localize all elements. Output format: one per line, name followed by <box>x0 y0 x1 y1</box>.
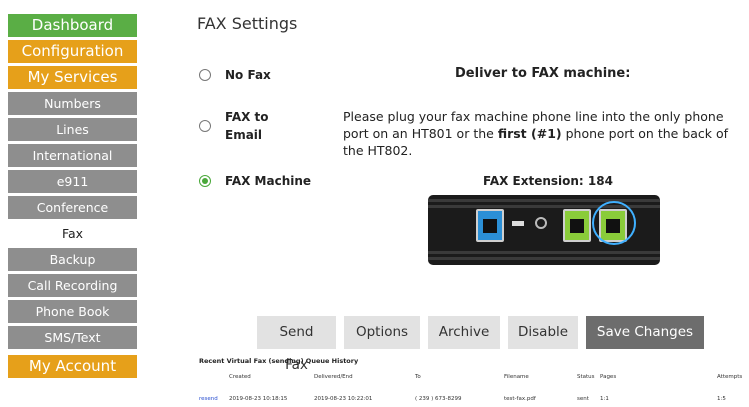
cell-delivered: 2019-08-23 10:22:01 <box>314 396 373 402</box>
phone-port-2-icon <box>563 209 591 242</box>
sidebar-item-sms-text[interactable]: SMS/Text <box>8 326 137 349</box>
device-fin <box>428 199 660 202</box>
resend-link[interactable]: resend <box>199 396 218 402</box>
cell-filename: test-fax.pdf <box>504 396 536 402</box>
usb-port-icon <box>512 221 524 226</box>
cell-attempts: 1:5 <box>717 396 726 402</box>
device-fin <box>428 251 660 254</box>
device-fin <box>428 257 660 260</box>
disable-button[interactable]: Disable <box>508 316 578 349</box>
deliver-heading: Deliver to FAX machine: <box>455 66 631 81</box>
options-button[interactable]: Options <box>344 316 420 349</box>
cell-status: sent <box>577 396 589 402</box>
deliver-instructions: Please plug your fax machine phone line … <box>343 108 743 159</box>
ht802-device-image <box>428 195 660 265</box>
archive-button[interactable]: Archive <box>428 316 500 349</box>
nav-dashboard[interactable]: Dashboard <box>8 14 137 37</box>
save-changes-button[interactable]: Save Changes <box>586 316 704 349</box>
cell-created: 2019-08-23 10:18:15 <box>229 396 288 402</box>
sidebar-item-backup[interactable]: Backup <box>8 248 137 271</box>
column-header: Status <box>577 374 595 380</box>
column-header: Pages <box>600 374 617 380</box>
fax-extension-label: FAX Extension: 184 <box>483 174 613 188</box>
nav-configuration[interactable]: Configuration <box>8 40 137 63</box>
sidebar-item-conference[interactable]: Conference <box>8 196 137 219</box>
sidebar-item-e911[interactable]: e911 <box>8 170 137 193</box>
sidebar-item-call-recording[interactable]: Call Recording <box>8 274 137 297</box>
column-header: Attempts <box>717 374 743 380</box>
column-header: To <box>415 374 421 380</box>
sidebar-item-international[interactable]: International <box>8 144 137 167</box>
cell-pages: 1:1 <box>600 396 609 402</box>
column-header: Filename <box>504 374 529 380</box>
power-jack-icon <box>535 217 547 229</box>
sidebar-item-lines[interactable]: Lines <box>8 118 137 141</box>
jack-icon <box>570 219 584 233</box>
deliver-text-bold: first (#1) <box>497 126 562 141</box>
sidebar: Dashboard Configuration My Services Numb… <box>8 14 137 381</box>
jack-icon <box>483 219 497 233</box>
queue-title: Recent Virtual Fax (sending) Queue Histo… <box>199 357 359 365</box>
cell-to: ( 239 ) 673-8299 <box>415 396 462 402</box>
page-title: FAX Settings <box>197 14 298 33</box>
nav-my-account[interactable]: My Account <box>8 355 137 378</box>
option-fax-machine[interactable]: FAX Machine <box>199 172 325 190</box>
option-label: No Fax <box>225 68 271 82</box>
ethernet-port-icon <box>476 209 504 242</box>
option-no-fax[interactable]: No Fax <box>199 66 325 84</box>
option-fax-to-email[interactable]: FAX to Email <box>199 108 285 144</box>
sidebar-item-numbers[interactable]: Numbers <box>8 92 137 115</box>
column-header: Created <box>229 374 251 380</box>
option-label: FAX to Email <box>225 110 269 142</box>
send-fax-button[interactable]: Send Fax <box>257 316 336 373</box>
option-label: FAX Machine <box>225 174 312 188</box>
radio-fax-to-email[interactable] <box>199 120 211 132</box>
nav-my-services[interactable]: My Services <box>8 66 137 89</box>
highlight-ring-icon <box>592 201 636 245</box>
sidebar-item-phone-book[interactable]: Phone Book <box>8 300 137 323</box>
radio-fax-machine[interactable] <box>199 175 211 187</box>
column-header: Delivered/End <box>314 374 353 380</box>
radio-no-fax[interactable] <box>199 69 211 81</box>
sidebar-item-fax[interactable]: Fax <box>8 222 137 245</box>
